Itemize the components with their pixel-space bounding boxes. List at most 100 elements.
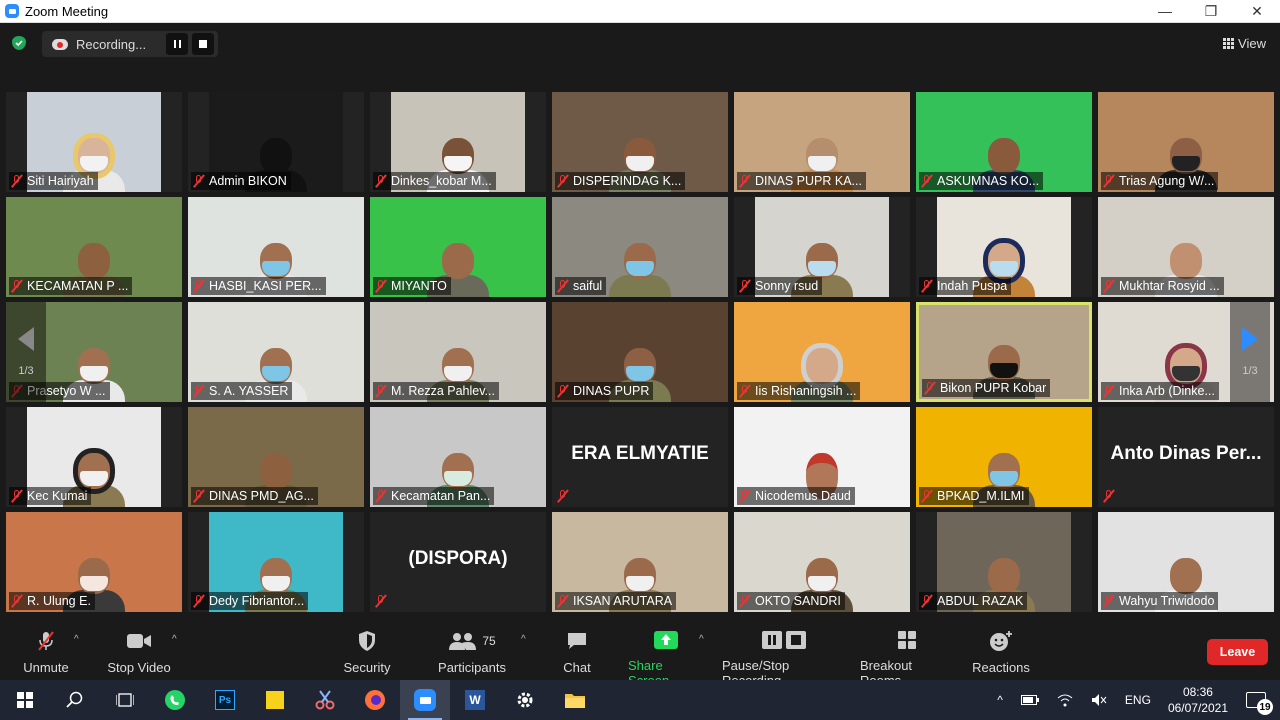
share-screen-button[interactable]: Share Screen [628, 630, 704, 688]
breakout-rooms-button[interactable]: Breakout Rooms [860, 630, 954, 688]
participant-name: S. A. YASSER [209, 384, 289, 398]
muted-microphone-icon [924, 381, 936, 395]
sticky-notes-icon[interactable] [250, 680, 300, 720]
notification-center-icon[interactable]: 19 [1246, 692, 1273, 715]
participant-tile[interactable]: Sonny rsud [734, 197, 910, 297]
stop-video-button[interactable]: Stop Video [106, 630, 172, 678]
participant-tile[interactable]: Bikon PUPR Kobar [916, 302, 1092, 402]
minimize-icon[interactable]: — [1142, 0, 1188, 23]
settings-icon[interactable] [500, 680, 550, 720]
chat-button[interactable]: Chat [562, 630, 592, 678]
muted-microphone-icon [11, 279, 23, 293]
participants-label: Participants [438, 660, 506, 675]
share-options-caret-icon[interactable]: ^ [699, 634, 707, 645]
restore-icon[interactable]: ❐ [1188, 0, 1234, 23]
next-page-button[interactable]: 1/3 [1230, 302, 1270, 402]
participant-tile[interactable]: OKTO SANDRI [734, 512, 910, 612]
participant-name-tag: Bikon PUPR Kobar [922, 379, 1051, 397]
wifi-icon[interactable] [1048, 693, 1082, 707]
participant-name-tag: Kec Kumai [9, 487, 92, 505]
start-icon[interactable] [0, 680, 50, 720]
muted-microphone-icon [921, 489, 933, 503]
participant-tile[interactable]: MIYANTO [370, 197, 546, 297]
view-button[interactable]: View [1223, 33, 1266, 53]
stop-recording-button[interactable] [192, 33, 214, 55]
participant-tile[interactable]: R. Ulung E. [6, 512, 182, 612]
participant-name-tag [555, 487, 577, 505]
participant-tile[interactable]: ERA ELMYATIE [552, 407, 728, 507]
participant-tile[interactable]: S. A. YASSER [188, 302, 364, 402]
audio-options-caret-icon[interactable]: ^ [74, 634, 82, 645]
participant-name-tag: HASBI_KASI PER... [191, 277, 326, 295]
participant-tile[interactable]: BPKAD_M.ILMI [916, 407, 1092, 507]
participant-tile[interactable]: DINAS PUPR KA... [734, 92, 910, 192]
zoom-app-icon [5, 4, 19, 18]
muted-microphone-icon [739, 594, 751, 608]
pause-recording-button[interactable] [166, 33, 188, 55]
participants-icon: 75 [448, 630, 496, 652]
close-icon[interactable]: ✕ [1234, 0, 1280, 23]
participant-name: Bikon PUPR Kobar [940, 381, 1047, 395]
snipping-tool-icon[interactable] [300, 680, 350, 720]
pause-stop-recording-icon [761, 630, 807, 650]
leave-button[interactable]: Leave [1207, 639, 1268, 665]
participant-tile[interactable]: Kecamatan Pan... [370, 407, 546, 507]
reactions-button[interactable]: Reactions [972, 630, 1030, 678]
participant-tile[interactable]: Wahyu Triwidodo [1098, 512, 1274, 612]
task-view-icon[interactable] [100, 680, 150, 720]
muted-microphone-icon [11, 594, 23, 608]
participant-tile[interactable]: DINAS PMD_AG... [188, 407, 364, 507]
show-hidden-icons-caret-icon[interactable]: ^ [988, 693, 1012, 707]
participant-tile[interactable]: Kec Kumai [6, 407, 182, 507]
participant-tile[interactable]: Dinkes_kobar M... [370, 92, 546, 192]
participant-tile[interactable]: ASKUMNAS KO... [916, 92, 1092, 192]
participant-tile[interactable]: Siti Hairiyah [6, 92, 182, 192]
security-button[interactable]: Security [343, 630, 391, 678]
firefox-icon[interactable] [350, 680, 400, 720]
participant-tile[interactable]: Mukhtar Rosyid ... [1098, 197, 1274, 297]
participant-tile[interactable]: (DISPORA) [370, 512, 546, 612]
security-shield-icon[interactable] [12, 36, 26, 50]
participant-tile[interactable]: Iis Rishaningsih ... [734, 302, 910, 402]
reactions-smiley-icon [989, 630, 1013, 652]
participant-name: Mukhtar Rosyid ... [1119, 279, 1220, 293]
participant-tile[interactable]: Anto Dinas Per... [1098, 407, 1274, 507]
word-icon[interactable]: W [450, 680, 500, 720]
participant-tile[interactable]: Dedy Fibriantor... [188, 512, 364, 612]
participant-name: Dinkes_kobar M... [391, 174, 492, 188]
participant-tile[interactable]: M. Rezza Pahlev... [370, 302, 546, 402]
battery-icon[interactable] [1012, 695, 1048, 705]
participant-tile[interactable]: ABDUL RAZAK [916, 512, 1092, 612]
notification-count: 19 [1257, 699, 1273, 715]
previous-page-button[interactable]: 1/3 [6, 302, 46, 402]
language-indicator[interactable]: ENG [1116, 693, 1160, 707]
zoom-icon[interactable] [400, 680, 450, 720]
participant-tile[interactable]: KECAMATAN P ... [6, 197, 182, 297]
participant-tile[interactable]: DISPERINDAG K... [552, 92, 728, 192]
participants-options-caret-icon[interactable]: ^ [521, 634, 529, 645]
participant-tile[interactable]: DINAS PUPR [552, 302, 728, 402]
participant-figure [609, 237, 671, 297]
participant-tile[interactable]: Indah Puspa [916, 197, 1092, 297]
participant-tile[interactable]: IKSAN ARUTARA [552, 512, 728, 612]
whatsapp-icon[interactable] [150, 680, 200, 720]
participants-button[interactable]: 75 Participants [438, 630, 506, 678]
clock[interactable]: 08:36 06/07/2021 [1160, 684, 1236, 716]
muted-microphone-icon [11, 174, 23, 188]
window-titlebar: Zoom Meeting — ❐ ✕ [0, 0, 1280, 23]
participant-tile[interactable]: saiful [552, 197, 728, 297]
stop-video-label: Stop Video [107, 660, 171, 675]
participant-tile[interactable]: HASBI_KASI PER... [188, 197, 364, 297]
photoshop-icon[interactable]: Ps [200, 680, 250, 720]
video-options-caret-icon[interactable]: ^ [172, 634, 180, 645]
participant-name: Trias Agung W/... [1119, 174, 1215, 188]
search-icon[interactable] [50, 680, 100, 720]
participant-tile[interactable]: Nicodemus Daud [734, 407, 910, 507]
participant-name-tag: DINAS PUPR [555, 382, 654, 400]
unmute-button[interactable]: Unmute [22, 630, 70, 678]
pause-stop-recording-button[interactable]: Pause/Stop Recording [722, 630, 846, 688]
participant-tile[interactable]: Admin BIKON [188, 92, 364, 192]
file-explorer-icon[interactable] [550, 680, 600, 720]
volume-muted-icon[interactable] [1082, 693, 1116, 707]
participant-tile[interactable]: Trias Agung W/... [1098, 92, 1274, 192]
